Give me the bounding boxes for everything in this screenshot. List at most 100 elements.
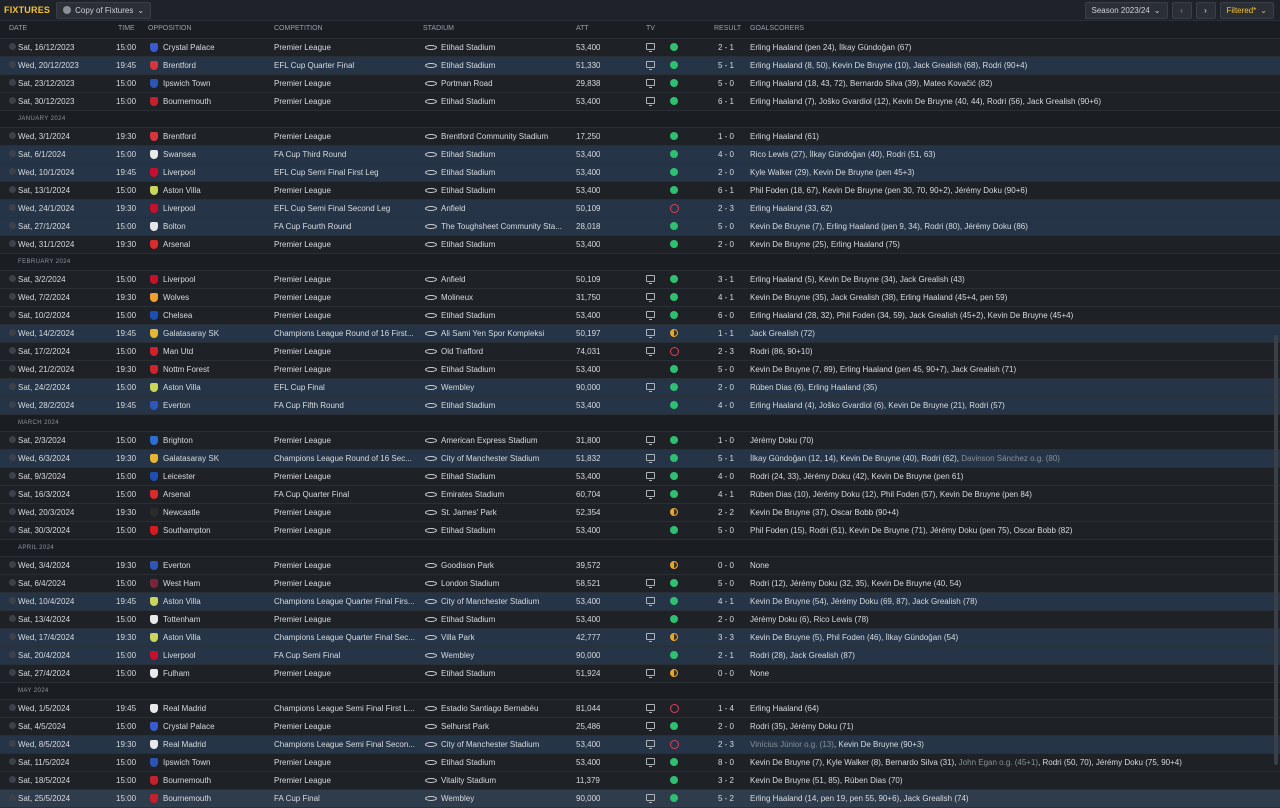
opposition-name[interactable]: Man Utd [163, 347, 193, 356]
competition-cell[interactable]: Champions League Round of 16 First... [274, 329, 422, 339]
select-radio[interactable] [9, 222, 16, 229]
result-cell[interactable]: 6 - 1 [708, 97, 744, 107]
opposition-name[interactable]: Tottenham [163, 615, 200, 624]
result-cell[interactable]: 3 - 3 [708, 633, 744, 643]
result-cell[interactable]: 1 - 4 [708, 704, 744, 714]
stadium-name[interactable]: Etihad Stadium [441, 615, 495, 624]
select-radio[interactable] [9, 526, 16, 533]
result-cell[interactable]: 2 - 0 [708, 383, 744, 393]
stadium-cell[interactable]: City of Manchester Stadium [425, 740, 573, 750]
result-cell[interactable]: 2 - 1 [708, 651, 744, 661]
stadium-name[interactable]: Etihad Stadium [441, 311, 495, 320]
result-cell[interactable]: 4 - 0 [708, 150, 744, 160]
opposition-name[interactable]: Galatasaray SK [163, 329, 219, 338]
competition-cell[interactable]: Premier League [274, 436, 422, 446]
stadium-name[interactable]: American Express Stadium [441, 436, 537, 445]
opposition-name[interactable]: Crystal Palace [163, 722, 215, 731]
competition-cell[interactable]: EFL Cup Quarter Final [274, 61, 422, 71]
table-row[interactable]: Wed, 28/2/2024 19:45 Everton FA Cup Fifth R… [0, 397, 1280, 415]
stadium-name[interactable]: Etihad Stadium [441, 97, 495, 106]
select-radio[interactable] [9, 490, 16, 497]
col-tv[interactable]: TV [646, 25, 655, 32]
opposition-cell[interactable]: West Ham [150, 579, 268, 589]
stadium-cell[interactable]: City of Manchester Stadium [425, 454, 573, 464]
opposition-cell[interactable]: Aston Villa [150, 633, 268, 643]
opposition-name[interactable]: Aston Villa [163, 186, 201, 195]
result-cell[interactable]: 0 - 0 [708, 561, 744, 571]
select-radio[interactable] [9, 97, 16, 104]
select-radio[interactable] [9, 704, 16, 711]
opposition-name[interactable]: Swansea [163, 150, 196, 159]
stadium-name[interactable]: Etihad Stadium [441, 526, 495, 535]
stadium-name[interactable]: St. James' Park [441, 508, 497, 517]
opposition-name[interactable]: Brighton [163, 436, 193, 445]
opposition-cell[interactable]: Bournemouth [150, 794, 268, 804]
stadium-name[interactable]: City of Manchester Stadium [441, 740, 539, 749]
opposition-name[interactable]: Liverpool [163, 204, 195, 213]
competition-cell[interactable]: Premier League [274, 293, 422, 303]
stadium-cell[interactable]: Estadio Santiago Bernabéu [425, 704, 573, 714]
opposition-name[interactable]: Real Madrid [163, 704, 206, 713]
opposition-cell[interactable]: Galatasaray SK [150, 329, 268, 339]
col-goalscorers[interactable]: GOALSCORERS [750, 25, 804, 32]
select-radio[interactable] [9, 508, 16, 515]
opposition-name[interactable]: Arsenal [163, 240, 190, 249]
table-row[interactable]: Wed, 21/2/2024 19:30 Nottm Forest Premier L… [0, 361, 1280, 379]
stadium-cell[interactable]: Etihad Stadium [425, 97, 573, 107]
stadium-cell[interactable]: Etihad Stadium [425, 240, 573, 250]
opposition-name[interactable]: Everton [163, 401, 191, 410]
opposition-cell[interactable]: Newcastle [150, 508, 268, 518]
competition-cell[interactable]: FA Cup Fourth Round [274, 222, 422, 232]
table-row[interactable]: Sat, 4/5/2024 15:00 Crystal Palace Premier … [0, 718, 1280, 736]
opposition-name[interactable]: Liverpool [163, 651, 195, 660]
opposition-name[interactable]: Nottm Forest [163, 365, 209, 374]
table-row[interactable]: Wed, 14/2/2024 19:45 Galatasaray SK Champio… [0, 325, 1280, 343]
stadium-cell[interactable]: Ali Sami Yen Spor Kompleksi [425, 329, 573, 339]
col-att[interactable]: ATT [576, 25, 589, 32]
opposition-name[interactable]: Crystal Palace [163, 43, 215, 52]
filter-dropdown[interactable]: Filtered* ⌄ [1219, 2, 1274, 19]
opposition-cell[interactable]: Aston Villa [150, 383, 268, 393]
result-cell[interactable]: 4 - 0 [708, 472, 744, 482]
select-radio[interactable] [9, 61, 16, 68]
table-row[interactable]: Wed, 10/1/2024 19:45 Liverpool EFL Cup Semi… [0, 164, 1280, 182]
stadium-cell[interactable]: Villa Park [425, 633, 573, 643]
competition-cell[interactable]: Champions League Semi Final First L... [274, 704, 422, 714]
table-row[interactable]: Sat, 20/4/2024 15:00 Liverpool FA Cup Semi … [0, 647, 1280, 665]
opposition-name[interactable]: Real Madrid [163, 740, 206, 749]
opposition-name[interactable]: Aston Villa [163, 383, 201, 392]
stadium-name[interactable]: City of Manchester Stadium [441, 454, 539, 463]
select-radio[interactable] [9, 561, 16, 568]
stadium-name[interactable]: Goodison Park [441, 561, 494, 570]
stadium-name[interactable]: Etihad Stadium [441, 758, 495, 767]
col-time[interactable]: TIME [118, 25, 135, 32]
opposition-cell[interactable]: Real Madrid [150, 740, 268, 750]
view-dropdown[interactable]: Copy of Fixtures ⌄ [56, 1, 152, 19]
result-cell[interactable]: 1 - 0 [708, 132, 744, 142]
stadium-cell[interactable]: Wembley [425, 651, 573, 661]
stadium-cell[interactable]: Etihad Stadium [425, 168, 573, 178]
select-radio[interactable] [9, 293, 16, 300]
table-row[interactable]: Wed, 20/12/2023 19:45 Brentford EFL Cup Qua… [0, 57, 1280, 75]
stadium-name[interactable]: Etihad Stadium [441, 43, 495, 52]
table-row[interactable]: Sat, 27/4/2024 15:00 Fulham Premier League E… [0, 665, 1280, 683]
opposition-cell[interactable]: Crystal Palace [150, 43, 268, 53]
competition-cell[interactable]: Premier League [274, 669, 422, 679]
opposition-cell[interactable]: Everton [150, 401, 268, 411]
select-radio[interactable] [9, 615, 16, 622]
stadium-cell[interactable]: Etihad Stadium [425, 526, 573, 536]
competition-cell[interactable]: Premier League [274, 776, 422, 786]
competition-cell[interactable]: Champions League Quarter Final Firs... [274, 597, 422, 607]
opposition-cell[interactable]: Leicester [150, 472, 268, 482]
table-row[interactable]: Wed, 10/4/2024 19:45 Aston Villa Champions … [0, 593, 1280, 611]
opposition-cell[interactable]: Arsenal [150, 240, 268, 250]
stadium-name[interactable]: Anfield [441, 204, 465, 213]
opposition-name[interactable]: Brentford [163, 61, 196, 70]
select-radio[interactable] [9, 43, 16, 50]
stadium-cell[interactable]: Etihad Stadium [425, 43, 573, 53]
table-row[interactable]: Sat, 6/1/2024 15:00 Swansea FA Cup Third Ro… [0, 146, 1280, 164]
select-radio[interactable] [9, 401, 16, 408]
competition-cell[interactable]: EFL Cup Semi Final Second Leg [274, 204, 422, 214]
competition-cell[interactable]: Premier League [274, 43, 422, 53]
table-row[interactable]: Wed, 7/2/2024 19:30 Wolves Premier League Mo… [0, 289, 1280, 307]
